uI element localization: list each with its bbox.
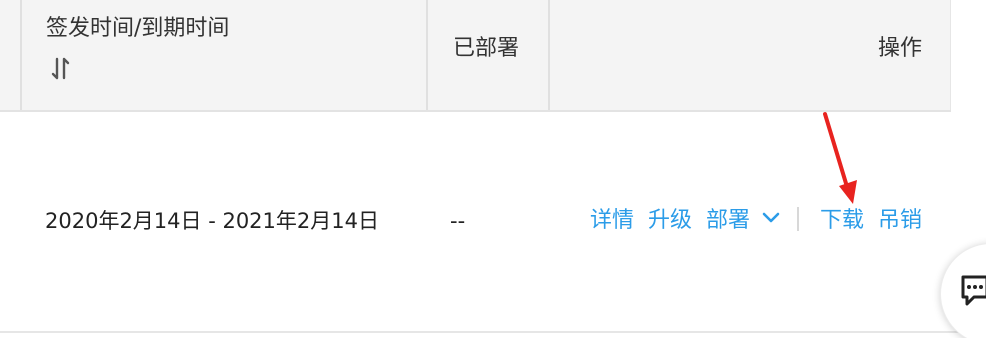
header-actions: 操作 xyxy=(878,36,923,61)
header-right-border xyxy=(950,0,951,110)
column-divider xyxy=(426,0,428,110)
sort-icon[interactable] xyxy=(50,56,72,82)
deploy-dropdown-link[interactable]: 部署 xyxy=(706,206,750,236)
certificate-table-view: 签发时间/到期时间 已部署 操作 2020年2月14日 - 2021年2月14日… xyxy=(0,0,986,338)
header-issue-expiry-time: 签发时间/到期时间 xyxy=(46,16,230,41)
revoke-link[interactable]: 吊销 xyxy=(878,206,922,236)
details-link[interactable]: 详情 xyxy=(590,206,634,236)
table-header: 签发时间/到期时间 已部署 操作 xyxy=(0,0,951,112)
cell-time-range: 2020年2月14日 - 2021年2月14日 xyxy=(45,209,379,233)
upgrade-link[interactable]: 升级 xyxy=(648,206,692,236)
column-divider xyxy=(20,0,22,110)
chevron-down-icon[interactable] xyxy=(762,212,780,224)
download-link[interactable]: 下载 xyxy=(820,206,864,236)
column-divider xyxy=(548,0,550,110)
red-arrow-icon xyxy=(823,112,857,204)
row-bottom-border xyxy=(0,331,986,333)
actions-divider xyxy=(797,207,799,231)
header-deployed: 已部署 xyxy=(453,36,520,61)
cell-deployed: -- xyxy=(450,209,466,233)
chat-icon[interactable] xyxy=(960,274,986,308)
